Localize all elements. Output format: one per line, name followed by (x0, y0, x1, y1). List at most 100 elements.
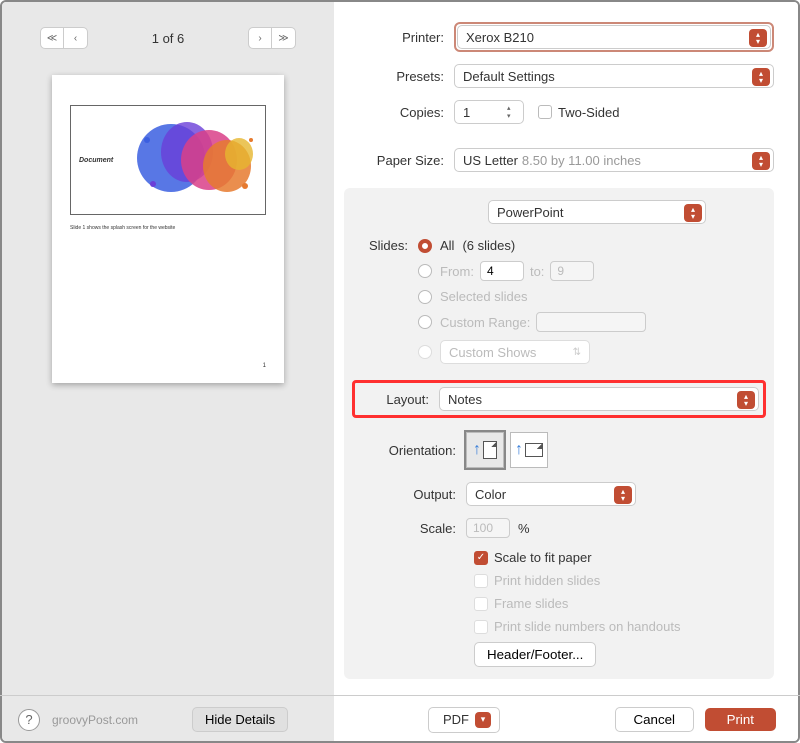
bottom-bar: ? groovyPost.com Hide Details PDF ▾ Canc… (0, 695, 800, 743)
layout-select[interactable]: Notes (439, 387, 759, 411)
from-label: From: (440, 264, 474, 279)
first-page-button[interactable]: ≪ (40, 27, 64, 49)
radio-all[interactable] (418, 239, 432, 253)
all-count: (6 slides) (462, 238, 515, 253)
radio-selected-row: Selected slides (418, 289, 646, 304)
print-dialog: ≪ ‹ 1 of 6 › ≫ (0, 0, 800, 743)
printer-select[interactable]: Xerox B210 (457, 25, 771, 49)
chevron-updown-icon: ⇅ (573, 347, 581, 358)
help-button[interactable]: ? (18, 709, 40, 731)
output-row: Output: Color (358, 482, 760, 506)
nums-label: Print slide numbers on handouts (494, 619, 680, 634)
fit-row: ✓ Scale to fit paper (474, 550, 760, 565)
scale-label: Scale: (358, 521, 466, 536)
nums-checkbox (474, 620, 488, 634)
fit-label: Scale to fit paper (494, 550, 592, 565)
custom-range-label: Custom Range: (440, 315, 530, 330)
two-sided-checkbox[interactable] (538, 105, 552, 119)
copies-input[interactable]: 1 ▴▾ (454, 100, 524, 124)
orientation-row: Orientation: ↑ ↑ (358, 432, 760, 468)
copies-value: 1 (463, 105, 470, 120)
frame-checkbox (474, 597, 488, 611)
to-input[interactable] (550, 261, 594, 281)
orientation-portrait[interactable]: ↑ (466, 432, 504, 468)
watermark: groovyPost.com (52, 713, 138, 727)
radio-from-row: From: to: (418, 261, 646, 281)
custom-range-input[interactable] (536, 312, 646, 332)
scale-row: Scale: % (358, 518, 760, 538)
printer-label: Printer: (344, 30, 454, 45)
scale-fit-checkbox[interactable]: ✓ (474, 551, 488, 565)
custom-shows-select: Custom Shows ⇅ (440, 340, 590, 364)
nav-forward-group: › ≫ (248, 27, 296, 49)
two-sided-wrap: Two-Sided (538, 105, 619, 120)
frame-label: Frame slides (494, 596, 568, 611)
slides-label: Slides: (358, 238, 418, 372)
arrow-up-icon: ↑ (515, 441, 523, 459)
slides-section: Slides: All (6 slides) From: to: (358, 238, 760, 372)
paper-dims: 8.50 by 11.00 inches (522, 153, 641, 168)
output-value: Color (475, 487, 506, 502)
preview-pane: ≪ ‹ 1 of 6 › ≫ (2, 2, 334, 741)
printer-row: Printer: Xerox B210 (344, 22, 774, 52)
chevron-updown-icon (614, 486, 632, 504)
paper-label: Paper Size: (344, 153, 454, 168)
preview-page-number: 1 (263, 363, 266, 369)
radio-from[interactable] (418, 264, 432, 278)
slide-title: Document (79, 157, 113, 164)
presets-row: Presets: Default Settings (344, 64, 774, 88)
settings-pane: Printer: Xerox B210 Presets: Default Set… (334, 2, 798, 741)
paper-select[interactable]: US Letter 8.50 by 11.00 inches (454, 148, 774, 172)
cancel-button[interactable]: Cancel (615, 707, 695, 732)
layout-label: Layout: (359, 392, 439, 407)
radio-custom-shows (418, 345, 432, 359)
landscape-icon (525, 443, 543, 457)
two-sided-label: Two-Sided (558, 105, 619, 120)
hidden-label: Print hidden slides (494, 573, 600, 588)
chevron-updown-icon (752, 152, 770, 170)
slide-thumbnail: Document (70, 105, 266, 215)
page-preview: Document Slide 1 shows the splash screen… (52, 75, 284, 383)
from-input[interactable] (480, 261, 524, 281)
frame-row: Frame slides (474, 596, 760, 611)
chevron-updown-icon (737, 391, 755, 409)
next-page-button[interactable]: › (248, 27, 272, 49)
app-select[interactable]: PowerPoint (488, 200, 706, 224)
radio-custom-range-row: Custom Range: (418, 312, 646, 332)
nums-row: Print slide numbers on handouts (474, 619, 760, 634)
last-page-button[interactable]: ≫ (272, 27, 296, 49)
radio-all-row: All (6 slides) (418, 238, 646, 253)
hide-details-button[interactable]: Hide Details (192, 707, 288, 732)
preview-nav: ≪ ‹ 1 of 6 › ≫ (2, 2, 334, 65)
app-value: PowerPoint (497, 205, 563, 220)
layout-row: Layout: Notes (359, 387, 759, 411)
radio-custom-range[interactable] (418, 315, 432, 329)
radio-selected[interactable] (418, 290, 432, 304)
paper-value: US Letter (463, 153, 518, 168)
copies-stepper[interactable]: ▴▾ (507, 104, 519, 120)
splash-artwork (127, 110, 263, 210)
pdf-menu-button[interactable]: PDF ▾ (428, 707, 500, 733)
layout-value: Notes (448, 392, 482, 407)
custom-shows-label: Custom Shows (449, 345, 536, 360)
chevron-updown-icon (752, 68, 770, 86)
orientation-label: Orientation: (358, 443, 466, 458)
chevron-updown-icon (749, 29, 767, 47)
print-button[interactable]: Print (705, 708, 776, 731)
slides-radio-group: All (6 slides) From: to: Selected slides (418, 238, 646, 372)
hidden-row: Print hidden slides (474, 573, 760, 588)
notes-caption: Slide 1 shows the splash screen for the … (70, 225, 266, 231)
copies-label: Copies: (344, 105, 454, 120)
copies-row: Copies: 1 ▴▾ Two-Sided (344, 100, 774, 124)
hidden-checkbox (474, 574, 488, 588)
prev-page-button[interactable]: ‹ (64, 27, 88, 49)
scale-input[interactable] (466, 518, 510, 538)
header-footer-button[interactable]: Header/Footer... (474, 642, 596, 667)
pdf-label: PDF (443, 712, 469, 727)
chevron-down-icon: ▾ (475, 712, 491, 728)
orientation-landscape[interactable]: ↑ (510, 432, 548, 468)
presets-select[interactable]: Default Settings (454, 64, 774, 88)
print-options: ✓ Scale to fit paper Print hidden slides… (474, 550, 760, 634)
app-panel: PowerPoint Slides: All (6 slides) From: (344, 188, 774, 679)
output-select[interactable]: Color (466, 482, 636, 506)
